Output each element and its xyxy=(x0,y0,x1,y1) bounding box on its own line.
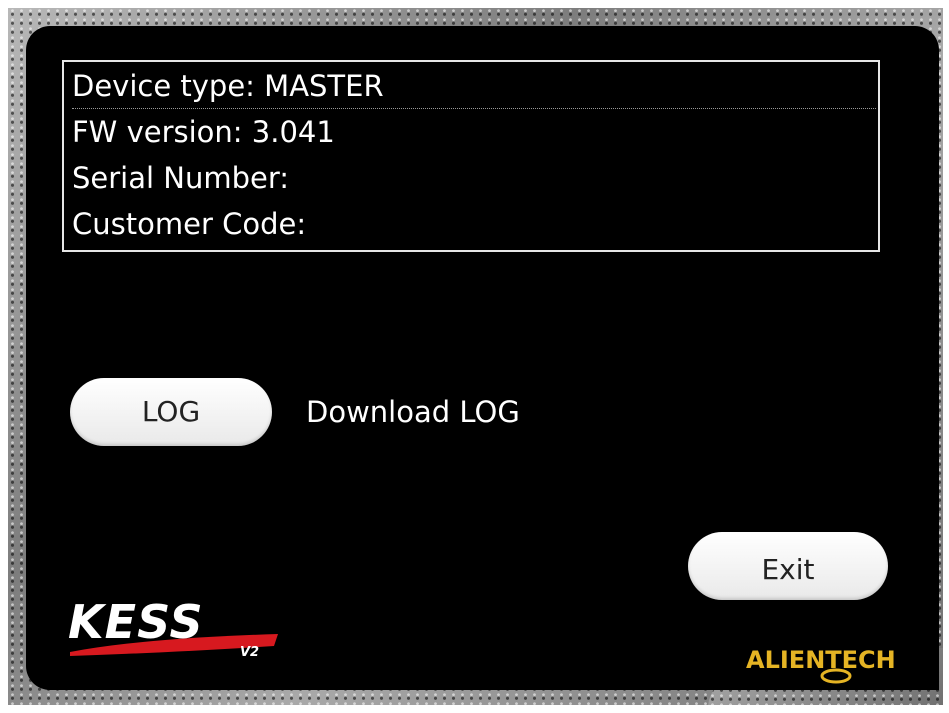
device-type-text: Device type: MASTER xyxy=(72,64,876,109)
kess-v2-logo: KESS V2 xyxy=(68,595,278,660)
kess-version-text: V2 xyxy=(240,645,259,660)
log-button[interactable]: LOG xyxy=(70,378,272,446)
exit-button[interactable]: Exit xyxy=(688,532,888,600)
alientech-logo-text: ALIENTECH xyxy=(746,646,896,674)
serial-number-text: Serial Number: xyxy=(72,161,290,195)
download-log-label: Download LOG xyxy=(306,395,520,429)
kess-logo-text: KESS xyxy=(68,595,204,649)
customer-code-text: Customer Code: xyxy=(72,207,307,241)
fw-version-text: FW version: 3.041 xyxy=(72,115,335,149)
alientech-logo: ALIENTECH xyxy=(746,646,896,684)
device-info-box: Device type: MASTER FW version: 3.041 Se… xyxy=(62,60,880,252)
